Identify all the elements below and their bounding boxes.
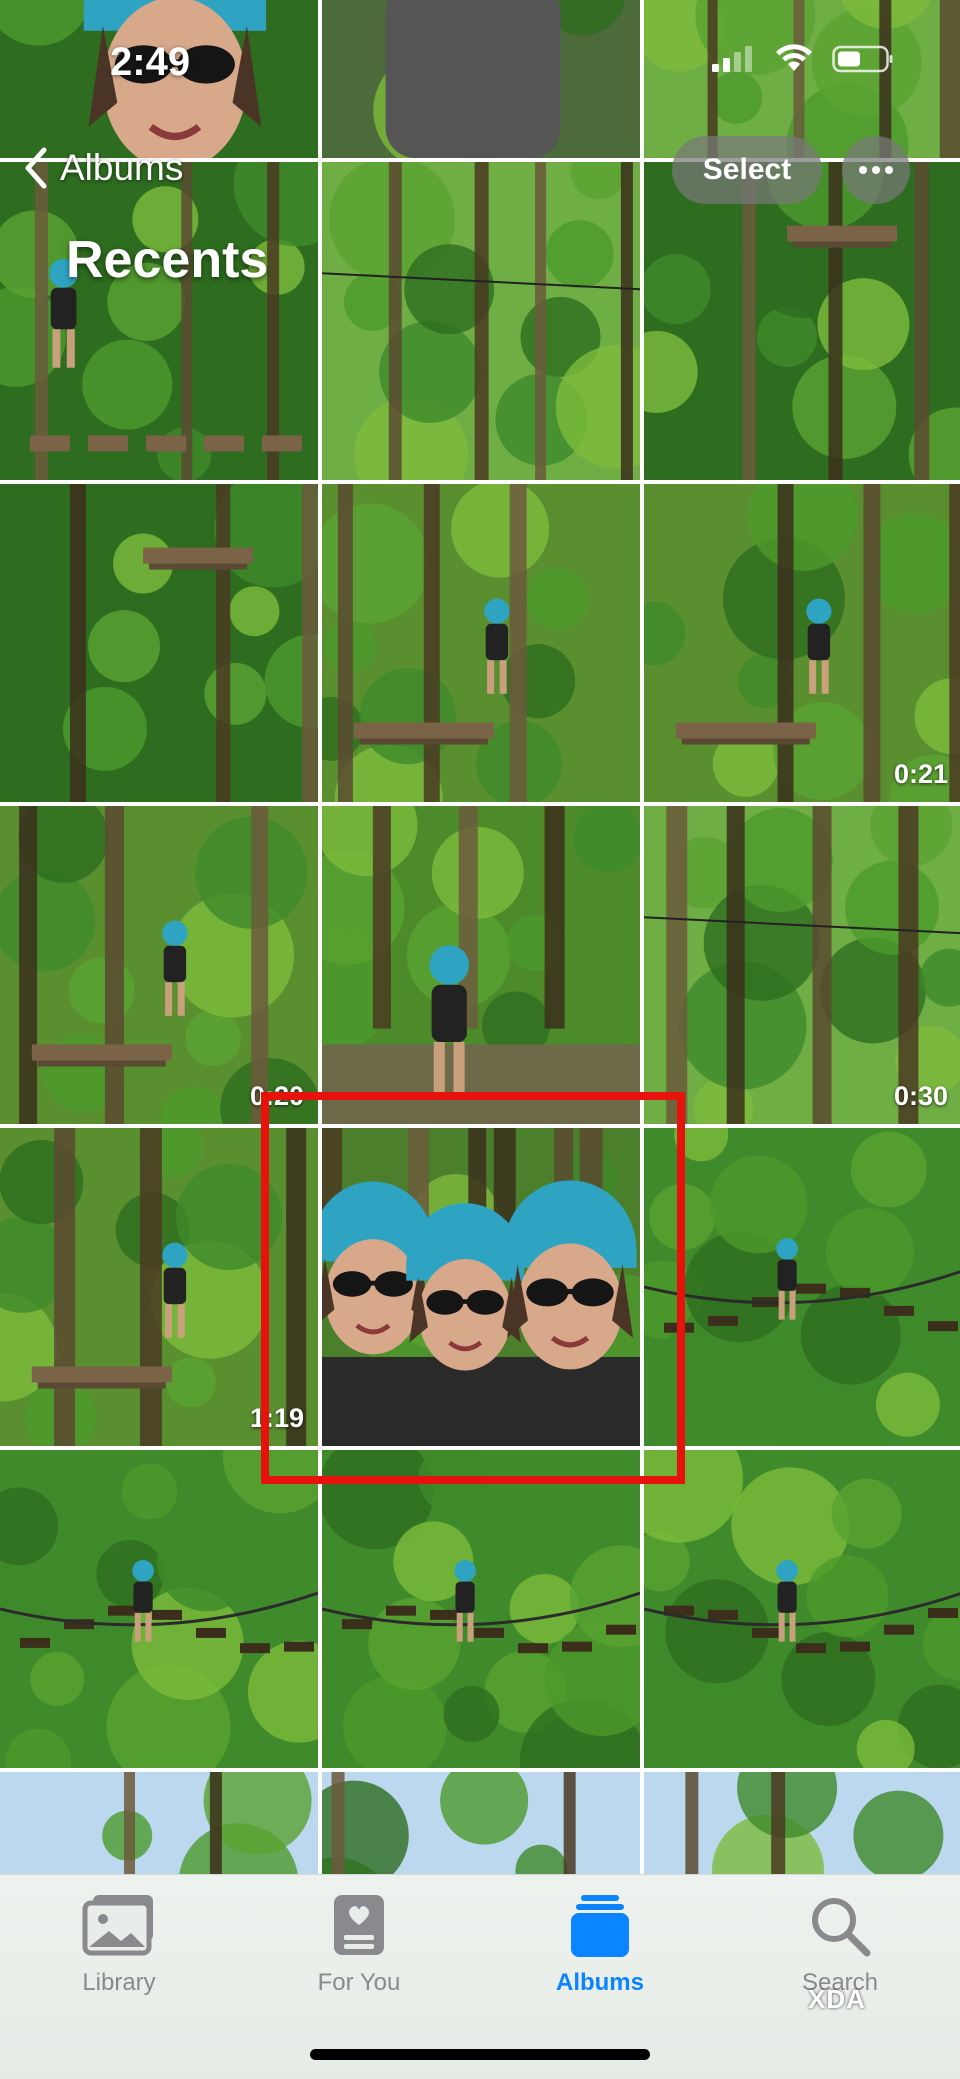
photo-thumbnail[interactable] [644,162,960,480]
memories-card-icon [334,1895,384,1955]
home-indicator [310,2049,650,2060]
photo-thumbnail[interactable] [644,1450,960,1768]
photo-stack-icon [82,1895,153,1956]
select-button[interactable]: Select [672,136,822,204]
magnifier-icon [812,1898,871,1957]
video-duration: 0:21 [893,759,948,789]
tab-label: Library [82,1969,156,1996]
back-button[interactable]: Albums [22,146,183,190]
photo-thumbnail[interactable] [322,162,640,480]
wifi-icon [776,44,812,71]
chevron-left-icon [25,147,47,189]
photo-thumbnail[interactable] [322,1128,640,1446]
tab-label: For You [317,1969,401,1996]
photo-thumbnail[interactable] [644,0,960,158]
photo-thumbnail[interactable]: 1:19 [0,1128,318,1446]
video-duration: 0:20 [249,1081,304,1111]
cellular-signal-icon [712,46,752,72]
status-time: 2:49 [110,40,191,84]
photo-thumbnail[interactable] [644,1772,960,1880]
status-icons [710,44,894,74]
photo-thumbnail[interactable] [0,484,318,802]
tab-for-you[interactable]: For You [259,1891,459,1997]
photo-thumbnail[interactable]: 0:20 [0,806,318,1124]
photo-thumbnail[interactable]: 0:21 [644,484,960,802]
photo-thumbnail[interactable]: 0:30 [644,806,960,1124]
photo-thumbnail[interactable] [322,1450,640,1768]
back-label: Albums [60,147,184,188]
ellipsis-icon [859,166,893,174]
photo-thumbnail[interactable] [322,0,640,158]
battery-icon [832,45,893,73]
video-duration: 1:19 [249,1403,304,1433]
video-duration: 0:30 [893,1081,948,1111]
photo-thumbnail[interactable] [322,484,640,802]
watermark-logo: XDA [808,1984,866,2014]
photo-thumbnail[interactable] [0,1772,318,1880]
tab-label: Albums [555,1969,644,1996]
album-stack-icon [571,1895,629,1957]
photo-thumbnail[interactable] [644,1128,960,1446]
tab-library[interactable]: Library [19,1891,219,1997]
photo-thumbnail[interactable] [0,162,318,480]
photo-thumbnail[interactable] [0,1450,318,1768]
more-button[interactable] [842,136,910,204]
photo-thumbnail[interactable] [322,806,640,1124]
page-title: Recents [66,231,269,289]
photo-thumbnail[interactable] [322,1772,640,1880]
tab-albums[interactable]: Albums [500,1891,700,1997]
tab-search[interactable]: Search [740,1891,940,1997]
